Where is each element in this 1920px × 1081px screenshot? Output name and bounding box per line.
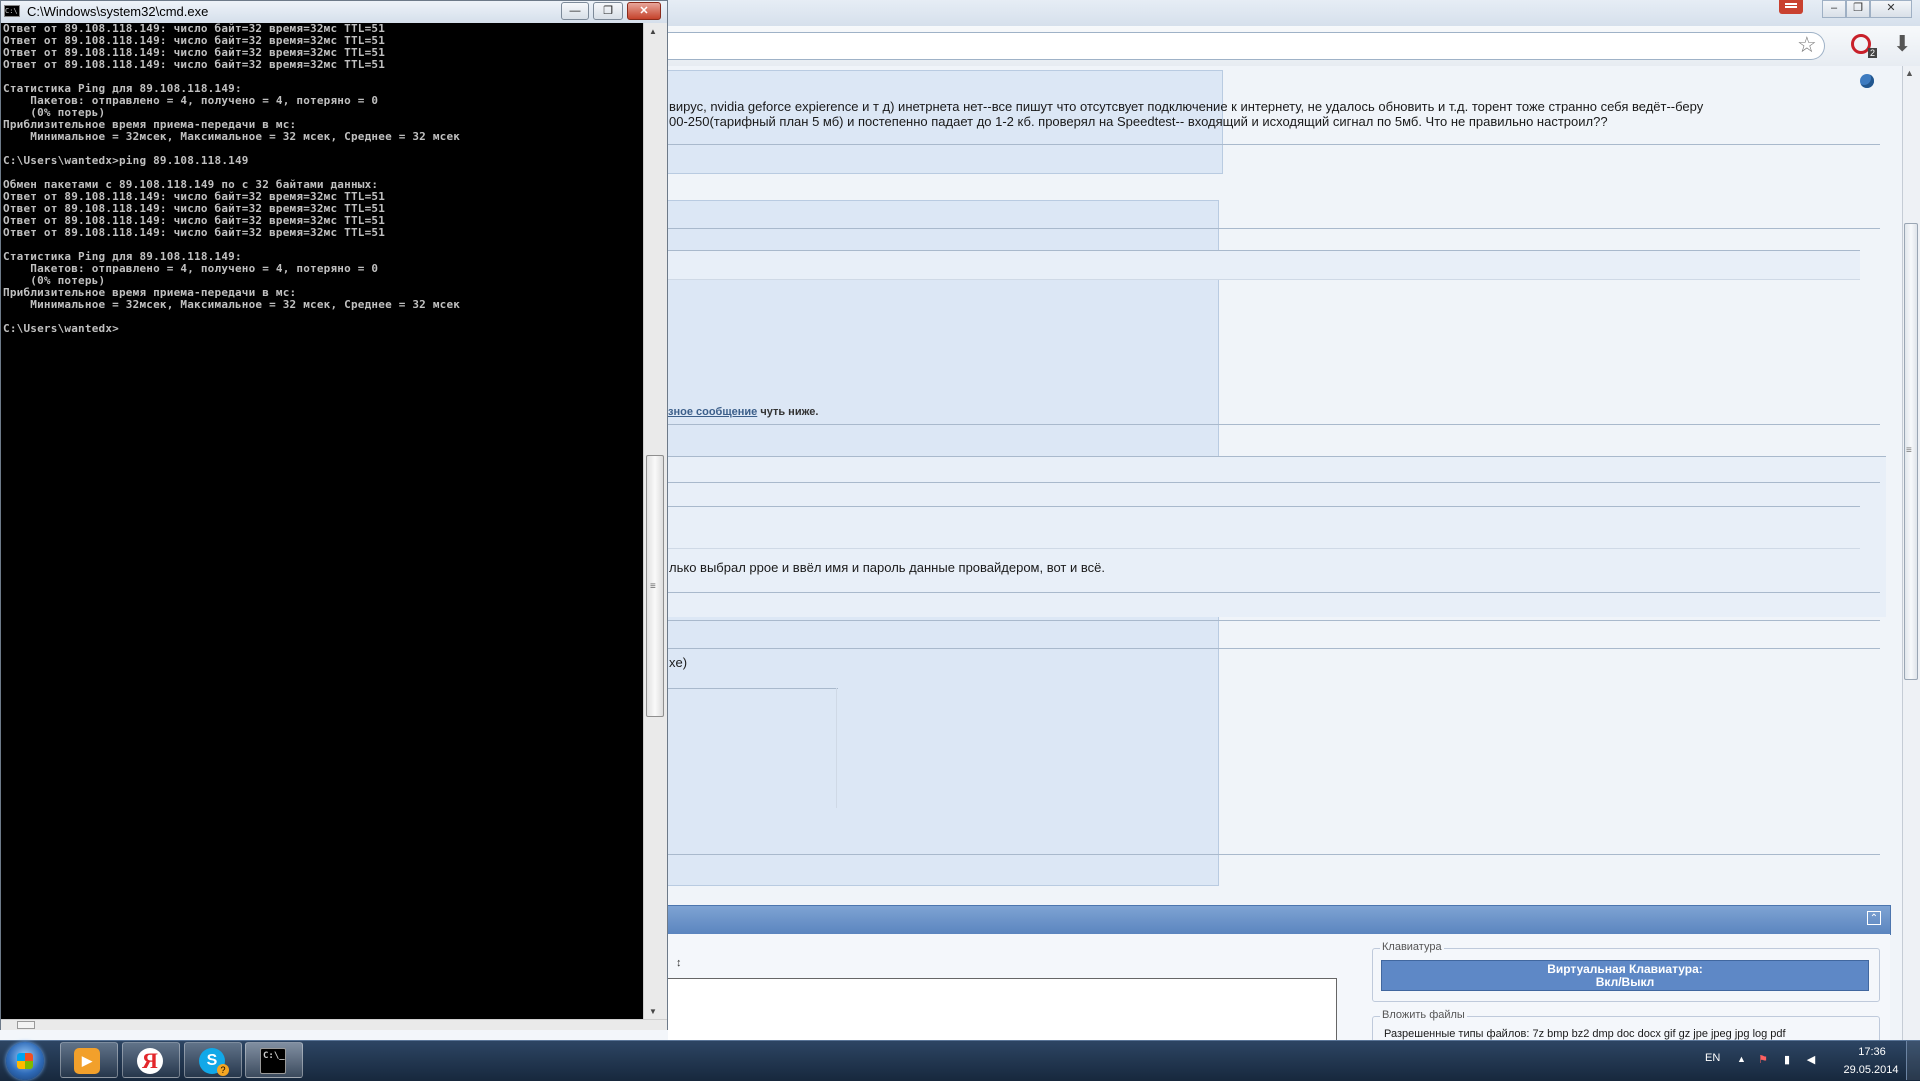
action-center-flag-icon[interactable]: ⚑: [1756, 1053, 1770, 1067]
browser-menu-button[interactable]: [1779, 0, 1803, 14]
show-desktop-button[interactable]: [1906, 1041, 1920, 1080]
collapse-icon[interactable]: ⌃: [1867, 911, 1881, 925]
form-divider-2: [668, 424, 1880, 425]
form-divider-5: [668, 548, 1860, 549]
console-line: Минимальное = 32мсек, Максимальное = 32 …: [3, 130, 461, 143]
cmd-window[interactable]: C:\ C:\Windows\system32\cmd.exe — ❐ ✕ От…: [0, 0, 668, 1030]
form-divider-4: [668, 506, 1860, 507]
form-divider-9: [668, 854, 1880, 855]
post-divider: [668, 144, 1880, 145]
download-icon[interactable]: ⬇: [1893, 32, 1911, 56]
resize-arrows-icon[interactable]: ↕: [676, 957, 682, 969]
cmd-window-title: C:\Windows\system32\cmd.exe: [27, 4, 209, 19]
address-bar[interactable]: [668, 32, 1825, 60]
language-indicator[interactable]: EN: [1705, 1052, 1720, 1064]
media-player-icon: ▶: [74, 1048, 100, 1074]
post-text-line1: вирус, nvidia geforce expierence и т д) …: [669, 99, 1704, 114]
cmd-maximize-button[interactable]: ❐: [593, 2, 623, 20]
console-lines: Ответ от 89.108.118.149: число байт=32 в…: [1, 23, 643, 335]
cmd-scroll-up-icon[interactable]: ▲: [649, 27, 657, 36]
windows-logo-icon: [17, 1053, 33, 1069]
scroll-up-arrow-icon[interactable]: ▲: [1905, 68, 1914, 78]
attach-legend: Вложить файлы: [1380, 1009, 1467, 1021]
start-button[interactable]: [6, 1042, 44, 1080]
cmd-console-output[interactable]: Ответ от 89.108.118.149: число байт=32 в…: [1, 23, 643, 1019]
virtual-keyboard-button[interactable]: Виртуальная Клавиатура: Вкл/Выкл: [1381, 960, 1869, 991]
menu-icon: [1785, 3, 1797, 5]
hint-text: зное сообщение чуть ниже.: [668, 406, 818, 418]
quick-reply-header: [668, 905, 1891, 935]
cmd-close-button[interactable]: ✕: [627, 2, 661, 20]
cmd-scroll-down-icon[interactable]: ▼: [649, 1007, 657, 1016]
network-icon[interactable]: ▮: [1780, 1053, 1794, 1067]
hint-rest: чуть ниже.: [757, 406, 819, 418]
form-divider-8: [668, 648, 1880, 649]
scroll-grip-icon: ≡: [1906, 445, 1912, 456]
cmd-minimize-button[interactable]: —: [561, 2, 589, 20]
console-line: Ответ от 89.108.118.149: число байт=32 в…: [3, 58, 386, 71]
skype-status-badge: ?: [217, 1064, 229, 1076]
post-text-line2: 00-250(тарифный план 5 мб) и постепенно …: [669, 114, 1608, 129]
cmd-app-icon[interactable]: C:\: [4, 5, 20, 17]
cmd-scroll-grip-icon: ≡: [650, 581, 656, 592]
inner-divider: [668, 688, 838, 689]
vk-button-line2: Вкл/Выкл: [1595, 975, 1655, 989]
adblock-count-badge: 2: [1868, 48, 1878, 58]
form-divider-7: [668, 620, 1880, 621]
console-line: C:\Users\wantedx>ping 89.108.118.149: [3, 154, 249, 167]
browser-maximize-button[interactable]: ❐: [1846, 0, 1870, 18]
cmd-taskbar-icon: C:\_: [260, 1048, 286, 1074]
clock-date[interactable]: 29.05.2014: [1836, 1064, 1906, 1076]
console-line: C:\Users\wantedx>: [3, 322, 119, 335]
form-row-1: [668, 250, 1860, 280]
volume-icon[interactable]: ◀: [1804, 1053, 1818, 1067]
hint-link[interactable]: зное сообщение: [668, 406, 757, 418]
form-divider-1: [668, 228, 1880, 229]
pin-icon[interactable]: [1860, 74, 1874, 88]
form-divider-6: [668, 592, 1880, 593]
keyboard-legend: Клавиатура: [1380, 941, 1444, 953]
clock-time[interactable]: 17:36: [1842, 1046, 1902, 1058]
browser-close-button[interactable]: ✕: [1870, 0, 1912, 18]
inner-vertical-divider: [836, 688, 837, 808]
cmd-horizontal-scrollbar[interactable]: [1, 1019, 667, 1030]
console-line: Ответ от 89.108.118.149: число байт=32 в…: [3, 226, 386, 239]
fragment-text: xe): [669, 655, 688, 670]
form-divider-3: [668, 482, 1880, 483]
show-hidden-icons-icon[interactable]: ▲: [1737, 1054, 1746, 1064]
reply-text: лько выбрал ppoe и ввёл имя и пароль дан…: [669, 560, 1105, 575]
yandex-browser-icon: Я: [137, 1048, 163, 1074]
console-line: Минимальное = 32мсек, Максимальное = 32 …: [3, 298, 461, 311]
allowed-file-types: Разрешенные типы файлов: 7z bmp bz2 dmp …: [1384, 1028, 1786, 1040]
browser-minimize-button[interactable]: –: [1822, 0, 1846, 18]
bookmark-star-icon[interactable]: ☆: [1797, 33, 1817, 57]
cmd-hscroll-thumb[interactable]: [17, 1021, 35, 1029]
